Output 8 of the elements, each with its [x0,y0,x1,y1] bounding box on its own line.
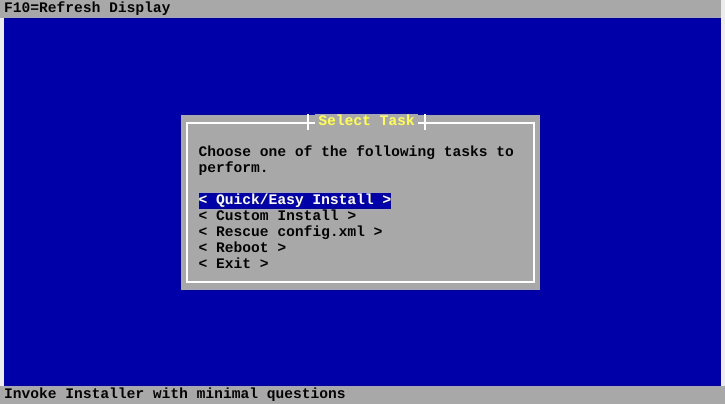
status-text: Invoke Installer with minimal questions [4,387,346,403]
message-text: Choose one of the following tasks to perform. [198,145,515,177]
menu-option[interactable]: < Rescue config.xml > [198,225,382,241]
menu-option[interactable]: < Quick/Easy Install > [198,193,392,209]
menu-option[interactable]: < Custom Install > [198,209,356,225]
menu-option[interactable]: < Exit > [198,257,269,273]
menu-option[interactable]: < Reboot > [198,241,286,257]
hint-text: F10=Refresh Display [4,1,170,17]
